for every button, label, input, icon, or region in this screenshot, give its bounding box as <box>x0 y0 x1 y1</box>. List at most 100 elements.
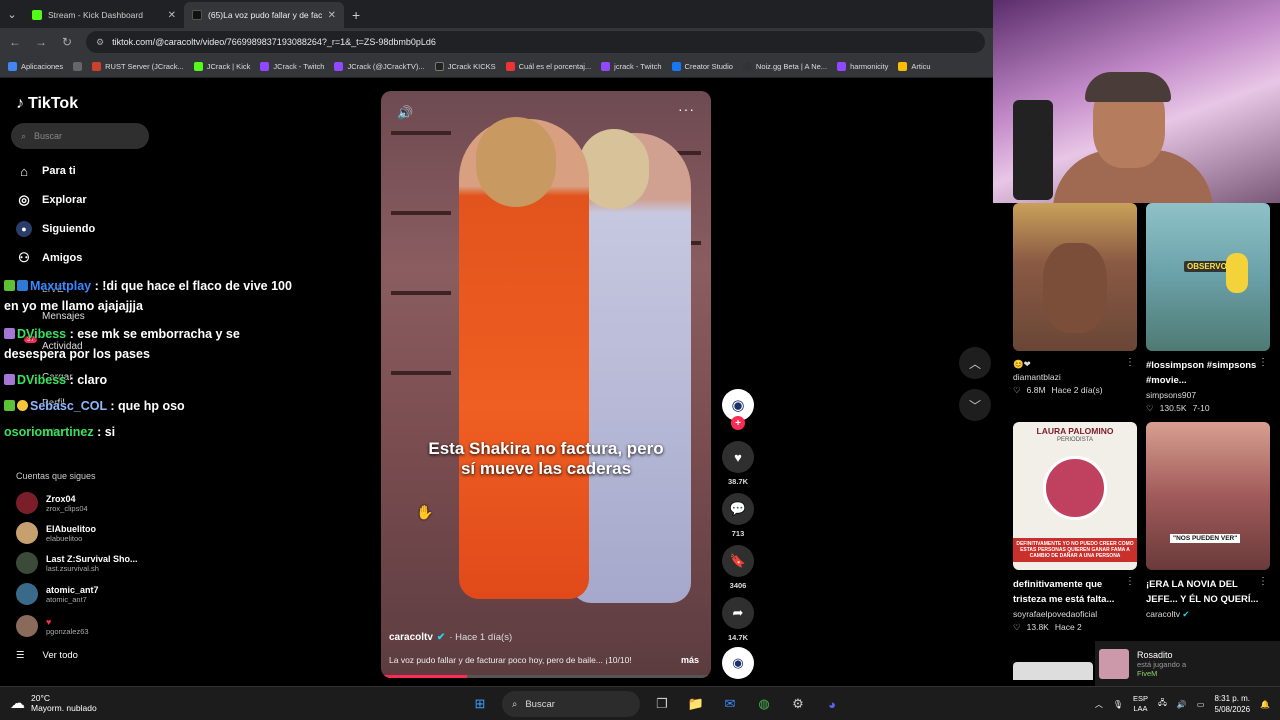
music-disc-icon[interactable]: ◉ <box>722 647 754 679</box>
music-disc[interactable]: ◉ <box>722 647 754 679</box>
share-action[interactable]: ➦ 14.7K <box>722 597 754 642</box>
close-icon[interactable]: ✕ <box>168 10 176 21</box>
kebab-menu-icon[interactable]: ⋮ <box>1258 357 1268 368</box>
bookmark-item[interactable]: Cuál es el porcentaj... <box>505 62 591 71</box>
clock[interactable]: 8:31 p. m. 5/08/2026 <box>1214 693 1250 715</box>
shelf <box>391 131 451 135</box>
card-author[interactable]: simpsons907 <box>1146 390 1270 400</box>
video-author[interactable]: caracoltv ✔ · Hace 1 día(s) <box>389 632 512 643</box>
task-view-icon[interactable]: ❐ <box>650 692 674 716</box>
bookmark-item[interactable]: Articu <box>898 62 931 71</box>
close-icon[interactable]: ✕ <box>328 10 336 21</box>
nav-para-ti[interactable]: ⌂ Para ti <box>16 163 76 179</box>
see-all-link[interactable]: ☰ Ver todo <box>16 650 78 661</box>
search-input[interactable]: ⌕ Buscar <box>11 123 149 149</box>
mic-icon[interactable]: 🎙 <box>1113 700 1123 709</box>
taskbar-search[interactable]: ⌕ Buscar <box>502 691 640 717</box>
bell-icon[interactable]: 🔔 <box>1260 700 1270 709</box>
kebab-menu-icon[interactable]: ⋮ <box>1125 576 1135 587</box>
cloud-icon: ☁ <box>10 695 25 712</box>
file-explorer-icon[interactable]: 📁 <box>684 692 708 716</box>
kebab-menu-icon[interactable]: ⋮ <box>1125 357 1135 368</box>
follow-plus-button[interactable]: + <box>731 416 745 430</box>
verified-icon: ✔ <box>1182 609 1190 619</box>
nav-siguiendo[interactable]: ● Siguiendo <box>16 221 95 237</box>
volume-icon[interactable]: 🔊 <box>397 105 413 121</box>
video-thumbnail[interactable] <box>1013 203 1137 351</box>
tiktok-logo[interactable]: ♪ TikTok <box>16 95 78 113</box>
recommended-video-card[interactable]: 😊❤ diamantblazi ♡ 6.8M Hace 2 día(s) ⋮ <box>1013 203 1137 396</box>
streamer-cap <box>1085 72 1171 102</box>
next-video-button[interactable]: ﹀ <box>959 389 991 421</box>
followed-account[interactable]: ElAbuelitoo elabuelitoo <box>16 522 96 544</box>
video-thumbnail[interactable]: "NOS PUEDEN VER" <box>1146 422 1270 570</box>
volume-icon[interactable]: 🔊 <box>1177 700 1187 709</box>
video-thumbnail-partial[interactable] <box>1013 662 1093 680</box>
bookmark-item[interactable]: Aplicaciones <box>8 62 63 71</box>
recommended-video-card[interactable]: OBSERVO #lossimpson #simpsons #movie... … <box>1146 203 1270 414</box>
video-thumbnail[interactable]: OBSERVO <box>1146 203 1270 351</box>
heart-icon[interactable]: ♥ <box>722 441 754 473</box>
forward-icon[interactable]: → <box>34 35 48 49</box>
language-indicator[interactable]: ESP LAA <box>1133 694 1148 714</box>
comment-action[interactable]: 💬 713 <box>722 493 754 538</box>
chrome-icon[interactable]: ◍ <box>752 692 776 716</box>
card-author[interactable]: caracoltv ✔ <box>1146 609 1270 620</box>
video-thumbnail[interactable]: LAURA PALOMINO PERIODISTA DEFINITIVAMENT… <box>1013 422 1137 570</box>
back-icon[interactable]: ← <box>8 35 22 49</box>
bookmark-item[interactable]: Creator Studio <box>671 62 733 71</box>
followed-account[interactable]: Last Z:Survival Sho... last.zsurvival.sh <box>16 552 138 574</box>
video-player[interactable]: 🔊 ··· Esta Shakira no factura, pero sí m… <box>381 91 711 678</box>
card-title[interactable]: definitivamente que tristeza me está fal… <box>1013 577 1137 607</box>
weather-widget[interactable]: ☁ 20°C Mayorm. nublado <box>10 693 97 713</box>
bookmark-item[interactable]: JCrack (@JCrackTV)... <box>334 62 425 71</box>
recommended-video-card[interactable]: LAURA PALOMINO PERIODISTA DEFINITIVAMENT… <box>1013 422 1137 633</box>
reload-icon[interactable]: ↻ <box>60 35 74 49</box>
mouse-cursor-icon: ✋ <box>416 504 434 520</box>
bookmark-item[interactable] <box>73 62 83 71</box>
bookmark-item[interactable]: harmonicity <box>837 62 888 71</box>
more-link[interactable]: más <box>681 655 699 665</box>
compass-icon: ◎ <box>18 192 30 207</box>
card-title[interactable]: #lossimpson #simpsons #movie... <box>1146 358 1270 388</box>
followed-account[interactable]: Zrox04 zrox_clips04 <box>16 492 88 514</box>
share-icon[interactable]: ➦ <box>722 597 754 629</box>
card-author[interactable]: soyrafaelpovedaoficial <box>1013 609 1137 619</box>
grid-icon <box>73 62 83 71</box>
video-progress-bar[interactable] <box>381 675 711 678</box>
site-info-icon[interactable]: ⚙ <box>96 37 104 48</box>
followed-account[interactable]: ♥ pgonzalez63 <box>16 615 89 637</box>
tab-kick[interactable]: Stream - Kick Dashboard ✕ <box>24 2 184 28</box>
battery-icon[interactable]: ▭ <box>1197 700 1205 709</box>
bookmark-item[interactable]: JCrack KICKS <box>434 62 496 71</box>
bookmark-item[interactable]: RUST Server (JCrack... <box>92 62 184 71</box>
card-author[interactable]: 😊❤ <box>1013 359 1137 370</box>
windows-start-icon[interactable]: ⊞ <box>468 692 492 716</box>
bookmark-icon[interactable]: 🔖 <box>722 545 754 577</box>
settings-icon[interactable]: ⚙ <box>786 692 810 716</box>
more-options-icon[interactable]: ··· <box>678 101 695 117</box>
bookmark-item[interactable]: JCrack | Kick <box>193 62 250 71</box>
network-icon[interactable]: 🖧 <box>1158 697 1167 711</box>
outlook-icon[interactable]: ✉ <box>718 692 742 716</box>
card-author[interactable]: diamantblazi <box>1013 372 1137 382</box>
discord-icon[interactable]: ◕ <box>820 692 844 716</box>
comment-icon[interactable]: 💬 <box>722 493 754 525</box>
chevron-up-icon[interactable]: ︿ <box>1095 699 1103 710</box>
tab-search-button[interactable]: ⌄ <box>0 0 24 28</box>
save-action[interactable]: 🔖 3406 <box>722 545 754 590</box>
nav-explorar[interactable]: ◎ Explorar <box>16 192 86 208</box>
recommended-video-card[interactable]: "NOS PUEDEN VER" ¡ERA LA NOVIA DEL JEFE.… <box>1146 422 1270 620</box>
tab-tiktok[interactable]: (65)La voz pudo fallar y de fact ✕ <box>184 2 344 28</box>
bookmark-item[interactable]: jcrack - Twitch <box>601 62 662 71</box>
bookmark-item[interactable]: Noiz.gg Beta | A Ne... <box>742 62 827 71</box>
followed-account[interactable]: atomic_ant7 atomic_ant7 <box>16 583 99 605</box>
previous-video-button[interactable]: ︿ <box>959 347 991 379</box>
new-tab-button[interactable]: + <box>344 2 368 28</box>
kebab-menu-icon[interactable]: ⋮ <box>1258 576 1268 587</box>
bookmark-item[interactable]: JCrack - Twitch <box>260 62 324 71</box>
like-action[interactable]: ♥ 38.7K <box>722 441 754 486</box>
card-title[interactable]: ¡ERA LA NOVIA DEL JEFE... Y ÉL NO QUERÍ.… <box>1146 577 1270 607</box>
address-bar[interactable]: ⚙ tiktok.com/@caracoltv/video/7669989837… <box>86 31 985 53</box>
nav-amigos[interactable]: ⚇ Amigos <box>16 250 82 266</box>
